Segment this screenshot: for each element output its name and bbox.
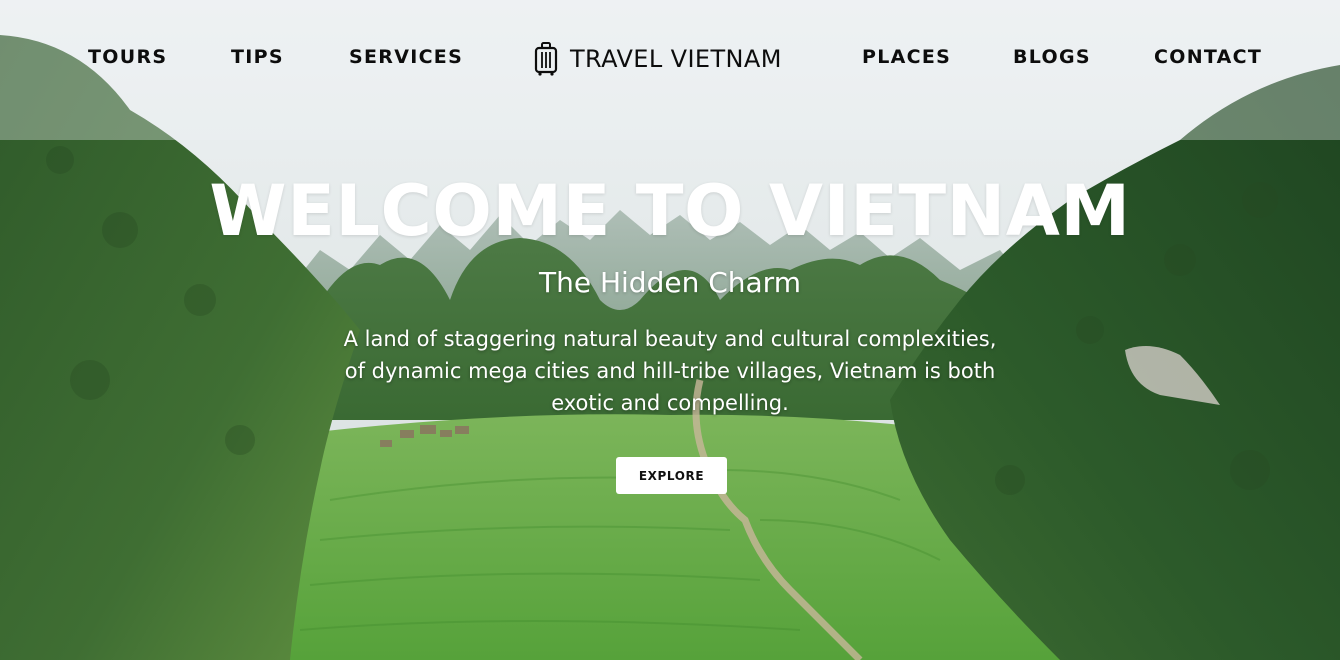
hero-description: A land of staggering natural beauty and …	[343, 327, 997, 415]
nav-link-contact[interactable]: CONTACT	[1154, 46, 1262, 68]
nav-link-places[interactable]: PLACES	[862, 46, 951, 68]
hero-title: WELCOME TO VIETNAM	[209, 170, 1131, 252]
brand-logo[interactable]: TRAVEL VIETNAM	[534, 40, 782, 78]
nav-link-tips[interactable]: TIPS	[231, 46, 284, 68]
main-navigation: TOURS TIPS SERVICES TRAVEL VIETNAM PLACE…	[0, 0, 1340, 118]
brand-name: TRAVEL VIETNAM	[570, 45, 782, 73]
hero-subtitle: The Hidden Charm	[539, 266, 801, 299]
nav-link-blogs[interactable]: BLOGS	[1013, 46, 1091, 68]
explore-button[interactable]: EXPLORE	[616, 457, 727, 494]
hero-section: TOURS TIPS SERVICES TRAVEL VIETNAM PLACE…	[0, 0, 1340, 660]
nav-link-services[interactable]: SERVICES	[349, 46, 463, 68]
nav-link-tours[interactable]: TOURS	[88, 46, 167, 68]
suitcase-icon	[534, 42, 558, 76]
